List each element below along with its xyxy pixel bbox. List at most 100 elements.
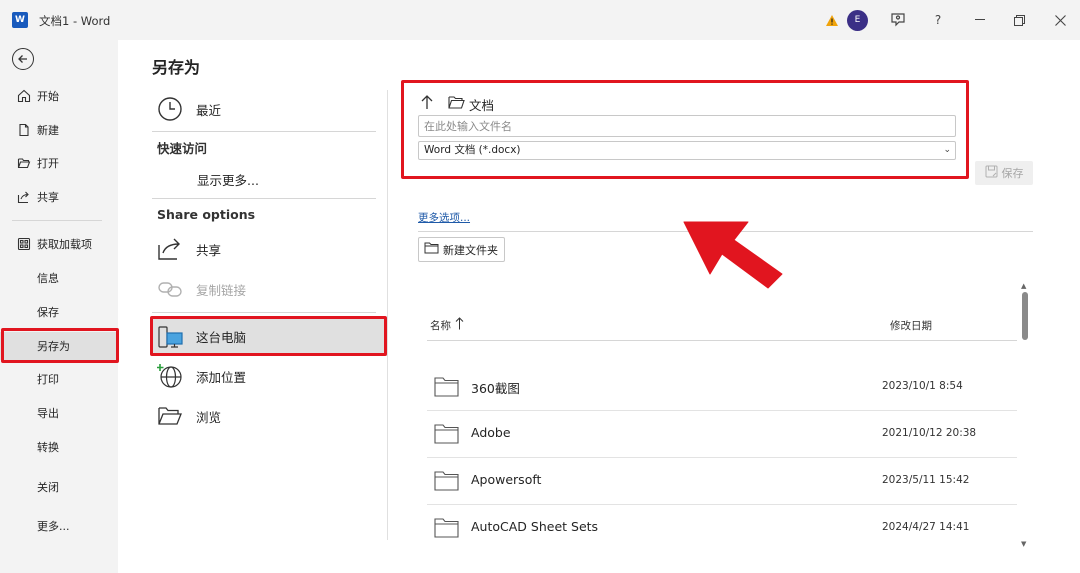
location-label: 这台电脑 — [196, 330, 247, 345]
filename-input[interactable] — [418, 115, 956, 137]
nav-item-home[interactable]: 开始 — [0, 82, 118, 110]
warning-icon[interactable] — [822, 11, 842, 29]
coauthor-icon[interactable] — [888, 11, 908, 29]
folder-icon — [448, 96, 465, 112]
restore-button[interactable] — [1009, 11, 1029, 29]
nav-item-new[interactable]: 新建 — [0, 116, 118, 144]
page-title: 另存为 — [152, 58, 201, 77]
addins-grid-icon — [16, 236, 32, 252]
computer-icon — [156, 323, 184, 351]
location-label: 添加位置 — [196, 369, 247, 385]
nav-label: 新建 — [37, 124, 59, 137]
location-label: 共享 — [196, 242, 222, 258]
location-label: 复制链接 — [196, 282, 247, 298]
nav-item-print[interactable]: 打印 — [0, 365, 118, 393]
more-options-link[interactable]: 更多选项... — [418, 210, 470, 225]
column-header-date[interactable]: 修改日期 — [890, 318, 932, 333]
title-bar: W 文档1 - Word E ? — [0, 0, 1080, 40]
scroll-down-arrow-icon[interactable]: ▼ — [1021, 540, 1026, 548]
backstage-nav: 开始 新建 打开 共享 获取加载项 信息 保存 另存为 打印 导出 转换 关闭 … — [0, 40, 118, 573]
show-more-link[interactable]: 显示更多... — [152, 160, 388, 198]
file-row[interactable]: AutoCAD Sheet Sets 2024/4/27 14:41 — [427, 505, 1017, 552]
file-name: 360截图 — [471, 381, 520, 396]
nav-item-info[interactable]: 信息 — [0, 264, 118, 292]
file-row[interactable]: Apowersoft 2023/5/11 15:42 — [427, 458, 1017, 505]
window-title: 文档1 - Word — [39, 14, 111, 28]
save-label: 保存 — [1001, 167, 1024, 180]
file-name: Apowersoft — [471, 472, 542, 487]
new-folder-label: 新建文件夹 — [443, 243, 498, 257]
file-name: Adobe — [471, 425, 511, 440]
nav-divider — [12, 220, 102, 221]
minimize-button[interactable] — [970, 11, 990, 29]
nav-item-save[interactable]: 保存 — [0, 298, 118, 326]
nav-label: 获取加载项 — [37, 238, 92, 251]
nav-label: 保存 — [37, 306, 59, 319]
nav-item-addins[interactable]: 获取加载项 — [0, 230, 118, 258]
nav-label: 共享 — [37, 191, 59, 204]
folder-icon — [434, 471, 459, 494]
save-icon — [985, 165, 998, 181]
up-arrow-icon[interactable] — [420, 94, 434, 113]
divider — [152, 312, 376, 313]
folder-icon — [434, 424, 459, 447]
nav-item-share[interactable]: 共享 — [0, 183, 118, 211]
globe-add-icon — [156, 362, 184, 390]
close-button[interactable] — [1050, 11, 1070, 29]
scroll-up-arrow-icon[interactable]: ▲ — [1021, 282, 1026, 290]
column-label: 名称 — [430, 319, 451, 332]
nav-label: 关闭 — [37, 481, 59, 494]
nav-label: 更多... — [37, 520, 70, 533]
nav-label: 信息 — [37, 272, 59, 285]
nav-item-export[interactable]: 导出 — [0, 399, 118, 427]
nav-label: 另存为 — [37, 340, 70, 353]
folder-icon — [434, 377, 459, 400]
file-type-select[interactable]: Word 文档 (*.docx) ⌄ — [418, 141, 956, 160]
file-date: 2024/4/27 14:41 — [882, 521, 970, 533]
nav-item-convert[interactable]: 转换 — [0, 433, 118, 461]
scrollbar-thumb[interactable] — [1022, 292, 1028, 340]
divider — [152, 198, 376, 199]
word-logo-icon: W — [12, 12, 28, 28]
file-date: 2023/5/11 15:42 — [882, 474, 970, 486]
file-name: AutoCAD Sheet Sets — [471, 519, 599, 534]
home-icon — [16, 88, 32, 104]
location-add-place[interactable]: 添加位置 — [152, 357, 388, 395]
nav-item-save-as[interactable]: 另存为 — [0, 332, 118, 360]
new-file-icon — [16, 122, 32, 138]
share-options-heading: Share options — [157, 207, 256, 222]
current-folder-label: 文档 — [469, 98, 495, 113]
location-copy-link: 复制链接 — [152, 270, 388, 308]
save-button[interactable]: 保存 — [975, 161, 1033, 185]
avatar[interactable]: E — [847, 10, 868, 31]
nav-label: 导出 — [37, 407, 59, 420]
nav-item-more[interactable]: 更多... — [0, 512, 118, 540]
nav-item-open[interactable]: 打开 — [0, 149, 118, 177]
new-folder-button[interactable]: 新建文件夹 — [418, 237, 505, 262]
nav-item-close[interactable]: 关闭 — [0, 473, 118, 501]
location-share[interactable]: 共享 — [152, 230, 388, 268]
chevron-down-icon: ⌄ — [943, 145, 951, 155]
save-as-panel: 另存为 最近 快速访问 显示更多... Share options 共享 复制链… — [118, 40, 1080, 573]
help-button[interactable]: ? — [928, 11, 948, 29]
nav-label: 打开 — [37, 157, 59, 170]
link-icon — [156, 275, 184, 303]
pane-divider — [387, 90, 388, 540]
file-row[interactable]: 360截图 2023/10/1 8:54 — [427, 364, 1017, 411]
column-header-name[interactable]: 名称 — [430, 317, 464, 333]
red-arrow-annotation — [683, 221, 783, 289]
divider — [152, 131, 376, 132]
file-date: 2021/10/12 20:38 — [882, 427, 977, 439]
folder-icon — [434, 518, 459, 541]
open-folder-icon — [16, 155, 32, 171]
header-divider — [427, 340, 1017, 341]
back-button[interactable] — [12, 48, 34, 70]
location-recent[interactable]: 最近 — [152, 90, 388, 128]
file-type-value: Word 文档 (*.docx) — [424, 144, 521, 156]
location-this-pc[interactable]: 这台电脑 — [152, 317, 388, 356]
file-row[interactable]: Adobe 2021/10/12 20:38 — [427, 411, 1017, 458]
location-browse[interactable]: 浏览 — [152, 397, 388, 435]
show-more-label: 显示更多... — [197, 172, 259, 188]
sort-ascending-icon — [455, 317, 464, 333]
file-date: 2023/10/1 8:54 — [882, 380, 963, 392]
